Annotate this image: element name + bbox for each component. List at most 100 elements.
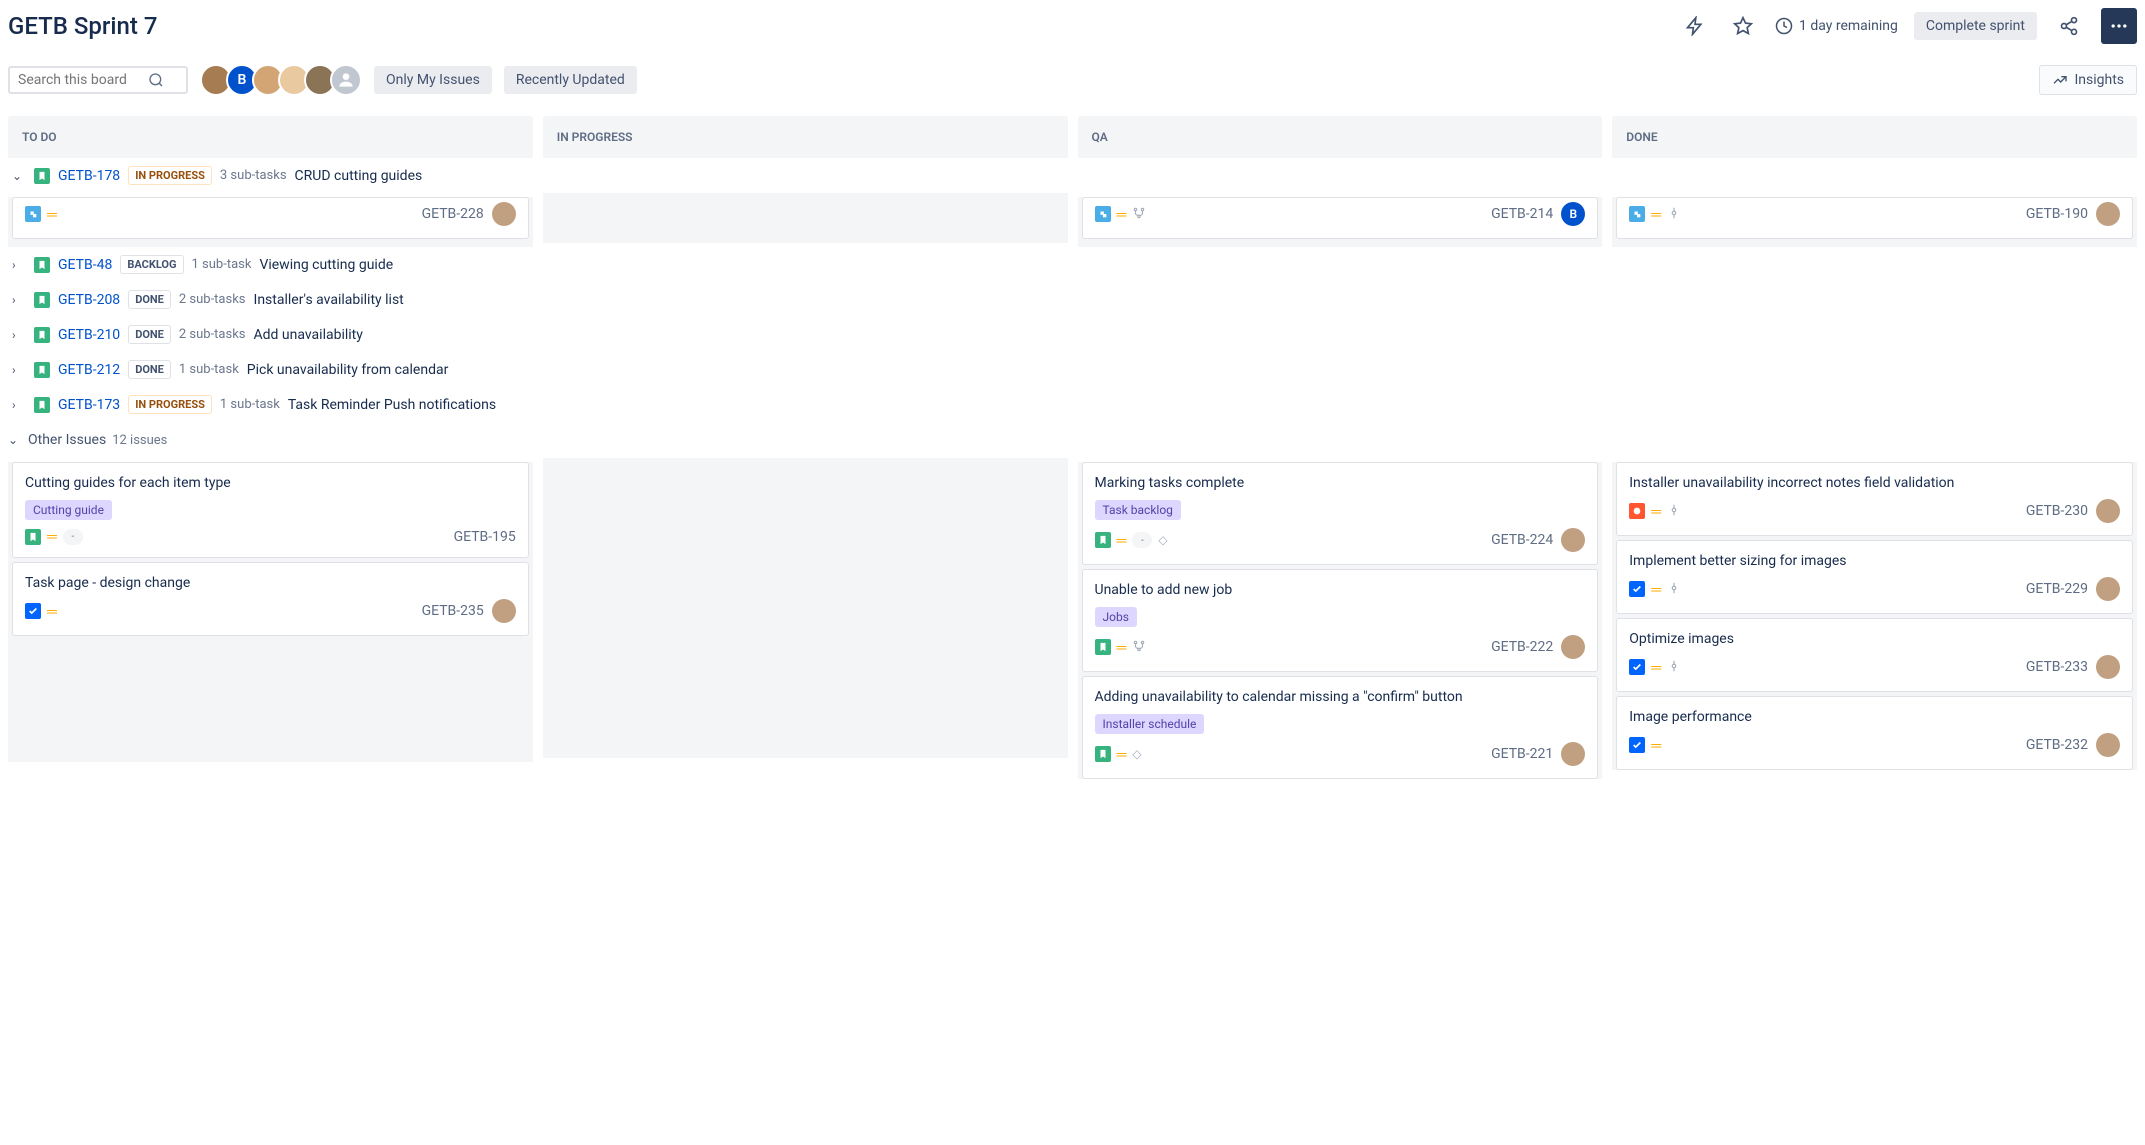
- task-icon: [1629, 581, 1645, 597]
- swimlane-issue-link[interactable]: GETB-178: [58, 168, 120, 184]
- chevron-right-icon[interactable]: ›: [12, 293, 26, 307]
- chevron-right-icon[interactable]: ›: [12, 328, 26, 342]
- assignee-avatar[interactable]: [492, 599, 516, 623]
- priority-medium-icon: ═: [1117, 206, 1127, 223]
- column-cell[interactable]: ═GETB-190: [1612, 197, 2137, 247]
- priority-medium-icon: ═: [1117, 746, 1127, 763]
- swimlane-header[interactable]: ›GETB-208DONE2 sub-tasksInstaller's avai…: [8, 282, 2137, 317]
- assignee-avatar[interactable]: B: [1561, 202, 1585, 226]
- priority-medium-icon: ═: [1651, 659, 1661, 676]
- bug-icon: [1629, 503, 1645, 519]
- swimlane-issue-link[interactable]: GETB-208: [58, 292, 120, 308]
- status-badge: DONE: [128, 325, 171, 344]
- column-cell[interactable]: Installer unavailability incorrect notes…: [1612, 462, 2137, 770]
- complete-sprint-button[interactable]: Complete sprint: [1914, 12, 2037, 40]
- avatar-unassigned[interactable]: [330, 64, 362, 96]
- story-icon: [25, 529, 41, 545]
- swimlane-header[interactable]: ›GETB-210DONE2 sub-tasksAdd unavailabili…: [8, 317, 2137, 352]
- subtask-icon: [25, 206, 41, 222]
- star-icon[interactable]: [1727, 10, 1759, 42]
- card-title: Adding unavailability to calendar missin…: [1095, 689, 1586, 705]
- swimlane-header[interactable]: ⌄GETB-178IN PROGRESS3 sub-tasksCRUD cutt…: [8, 158, 2137, 193]
- subtask-icon: [1095, 206, 1111, 222]
- swimlane-issue-link[interactable]: GETB-210: [58, 327, 120, 343]
- assignee-avatar[interactable]: [2096, 733, 2120, 757]
- issue-card[interactable]: Adding unavailability to calendar missin…: [1082, 676, 1599, 779]
- priority-none-icon: ◇: [1132, 747, 1141, 761]
- card-key: GETB-222: [1491, 639, 1553, 655]
- commit-icon: [1667, 502, 1681, 521]
- bolt-icon[interactable]: [1679, 10, 1711, 42]
- swimlane-issue-link[interactable]: GETB-48: [58, 257, 112, 273]
- chevron-right-icon[interactable]: ›: [12, 258, 26, 272]
- priority-medium-icon: ═: [47, 206, 57, 223]
- assignee-avatar[interactable]: [1561, 742, 1585, 766]
- other-issues-row: Cutting guides for each item typeCutting…: [8, 458, 2137, 783]
- card-key: GETB-230: [2026, 503, 2088, 519]
- subtask-count: 2 sub-tasks: [179, 327, 246, 342]
- issue-card[interactable]: Image performance═GETB-232: [1616, 696, 2133, 770]
- swimlane-issue-link[interactable]: GETB-212: [58, 362, 120, 378]
- chevron-down-icon[interactable]: ⌄: [12, 169, 26, 183]
- assignee-avatar[interactable]: [492, 202, 516, 226]
- card-key: GETB-195: [454, 529, 516, 545]
- swimlane-header[interactable]: ›GETB-212DONE1 sub-taskPick unavailabili…: [8, 352, 2137, 387]
- swimlane-header[interactable]: ›GETB-48BACKLOG1 sub-taskViewing cutting…: [8, 247, 2137, 282]
- only-my-issues-button[interactable]: Only My Issues: [374, 66, 492, 94]
- column-headers: TO DO IN PROGRESS QA DONE: [8, 116, 2137, 158]
- issue-card[interactable]: ═GETB-214B: [1082, 197, 1599, 239]
- swimlane-title: Viewing cutting guide: [259, 257, 393, 273]
- more-menu-button[interactable]: [2101, 8, 2137, 44]
- search-box[interactable]: [8, 66, 188, 94]
- swimlane-header[interactable]: ›GETB-173IN PROGRESS1 sub-taskTask Remin…: [8, 387, 2137, 422]
- column-cell[interactable]: ═GETB-214B: [1078, 197, 1603, 247]
- status-badge: DONE: [128, 290, 171, 309]
- column-cell[interactable]: ═GETB-228: [8, 197, 533, 247]
- story-icon: [1095, 532, 1111, 548]
- chevron-right-icon[interactable]: ›: [12, 398, 26, 412]
- issue-card[interactable]: Marking tasks completeTask backlog═-◇GET…: [1082, 462, 1599, 565]
- commit-icon: [1667, 580, 1681, 599]
- assignee-avatar[interactable]: [1561, 528, 1585, 552]
- commit-icon: [1667, 658, 1681, 677]
- swimlane-issue-link[interactable]: GETB-173: [58, 397, 120, 413]
- issue-card[interactable]: Implement better sizing for images═GETB-…: [1616, 540, 2133, 614]
- subtask-count: 3 sub-tasks: [220, 168, 287, 183]
- issue-card[interactable]: Unable to add new jobJobs═GETB-222: [1082, 569, 1599, 672]
- issue-card[interactable]: Cutting guides for each item typeCutting…: [12, 462, 529, 558]
- issue-card[interactable]: ═GETB-228: [12, 197, 529, 239]
- subtask-count: 1 sub-task: [192, 257, 252, 272]
- column-cell[interactable]: Marking tasks completeTask backlog═-◇GET…: [1078, 462, 1603, 779]
- chevron-down-icon[interactable]: ⌄: [8, 433, 22, 447]
- status-badge: IN PROGRESS: [128, 166, 212, 185]
- column-cell[interactable]: Cutting guides for each item typeCutting…: [8, 462, 533, 762]
- priority-medium-icon: ═: [1651, 503, 1661, 520]
- other-issues-header[interactable]: ⌄Other Issues12 issues: [8, 422, 2137, 458]
- column-cell[interactable]: [543, 458, 1068, 758]
- card-title: Installer unavailability incorrect notes…: [1629, 475, 2120, 491]
- subtask-icon: [1629, 206, 1645, 222]
- subtask-count: 2 sub-tasks: [179, 292, 246, 307]
- share-icon[interactable]: [2053, 10, 2085, 42]
- chevron-right-icon[interactable]: ›: [12, 363, 26, 377]
- card-key: GETB-235: [422, 603, 484, 619]
- assignee-avatar[interactable]: [2096, 202, 2120, 226]
- other-issues-label: Other Issues: [28, 432, 106, 448]
- priority-medium-icon: ═: [47, 603, 57, 620]
- task-icon: [1629, 737, 1645, 753]
- issue-card[interactable]: Installer unavailability incorrect notes…: [1616, 462, 2133, 536]
- insights-button[interactable]: Insights: [2039, 65, 2137, 95]
- card-key: GETB-229: [2026, 581, 2088, 597]
- assignee-avatar[interactable]: [1561, 635, 1585, 659]
- issue-card[interactable]: Optimize images═GETB-233: [1616, 618, 2133, 692]
- search-input[interactable]: [18, 72, 148, 88]
- assignee-avatar[interactable]: [2096, 499, 2120, 523]
- assignee-avatar[interactable]: [2096, 655, 2120, 679]
- column-cell[interactable]: [543, 193, 1068, 243]
- assignee-avatar[interactable]: [2096, 577, 2120, 601]
- priority-medium-icon: ═: [47, 528, 57, 545]
- status-badge: DONE: [128, 360, 171, 379]
- issue-card[interactable]: ═GETB-190: [1616, 197, 2133, 239]
- recently-updated-button[interactable]: Recently Updated: [504, 66, 637, 94]
- issue-card[interactable]: Task page - design change═GETB-235: [12, 562, 529, 636]
